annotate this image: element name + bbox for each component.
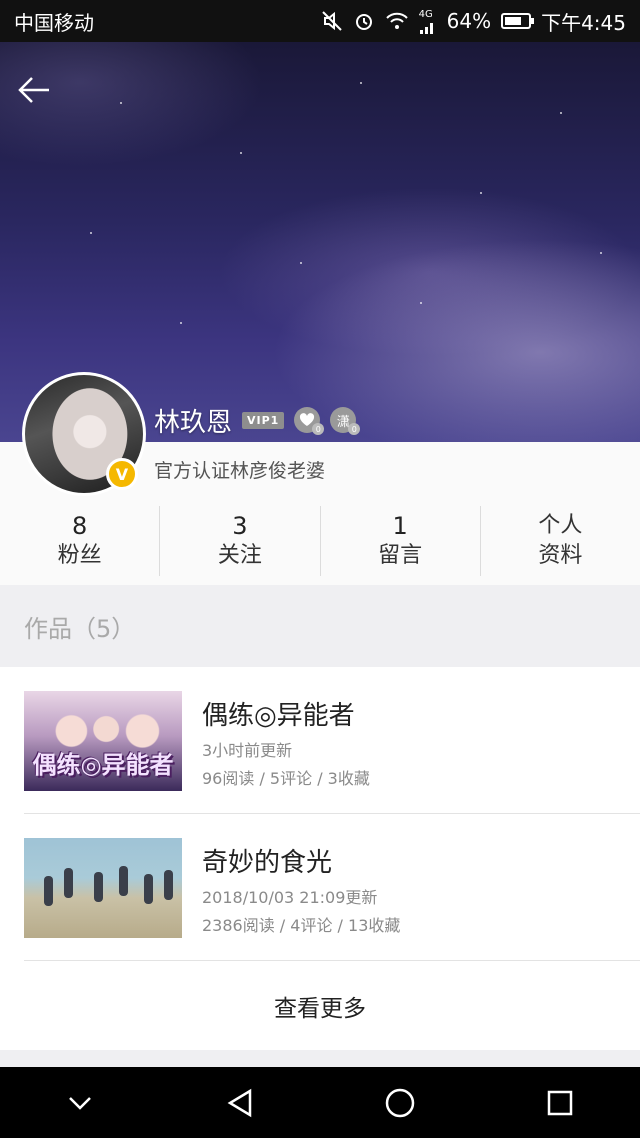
stats-row: 8 粉丝 3 关注 1 留言 个人 资料 — [0, 506, 640, 576]
nav-collapse-button[interactable] — [50, 1073, 110, 1133]
recents-square-icon — [547, 1090, 573, 1115]
work-stats: 2386阅读 / 4评论 / 13收藏 — [202, 916, 401, 935]
status-icons: 4G 64% 下午4:45 — [321, 7, 626, 36]
user-name: 林玖恩 — [154, 407, 233, 438]
stat-label: 关注 — [217, 543, 262, 568]
stat-messages[interactable]: 1 留言 — [321, 506, 481, 576]
vip-badge[interactable]: VIP1 — [242, 411, 285, 429]
stat-label: 资料 — [538, 543, 583, 568]
work-title: 偶练◎异能者 — [202, 701, 355, 731]
system-nav-bar — [0, 1067, 640, 1138]
mute-icon — [321, 10, 343, 32]
alarm-icon — [353, 10, 375, 32]
stat-fans[interactable]: 8 粉丝 — [0, 506, 161, 576]
battery-icon — [501, 13, 535, 29]
stat-label: 留言 — [378, 543, 423, 568]
work-updated: 2018/10/03 21:09更新 — [202, 888, 378, 907]
user-signature: 官方认证林彦俊老婆 — [154, 460, 326, 482]
back-button[interactable] — [14, 70, 54, 110]
thumbnail-caption: 偶练◎异能者 — [32, 750, 174, 779]
profile-card: V 林玖恩 VIP1 0 潇 0 官方认证林彦俊老婆 8 粉丝 3 关注 1 留… — [0, 372, 640, 585]
works-section-title: 作品（5） — [0, 585, 640, 667]
works-list: 偶练◎异能者 偶练◎异能者 3小时前更新 96阅读 / 5评论 / 3收藏 奇妙… — [0, 667, 640, 1050]
nav-recents-button[interactable] — [530, 1073, 590, 1133]
heart-badge[interactable]: 0 — [294, 407, 325, 435]
nav-home-button[interactable] — [370, 1073, 430, 1133]
battery-percent: 64% — [446, 9, 492, 33]
chevron-down-icon — [69, 1096, 91, 1110]
name-row: 林玖恩 VIP1 0 潇 0 — [154, 402, 361, 438]
work-updated: 3小时前更新 — [202, 741, 293, 760]
work-title: 奇妙的食光 — [202, 848, 333, 878]
heart-badge-count: 0 — [312, 423, 325, 435]
stat-value: 8 — [71, 512, 88, 540]
work-thumbnail: 偶练◎异能者 — [24, 691, 182, 791]
stat-profile-info[interactable]: 个人 资料 — [481, 506, 640, 576]
home-circle-icon — [385, 1088, 415, 1117]
status-bar: 中国移动 4G 64% 下午4:45 — [0, 0, 640, 42]
clock: 下午4:45 — [541, 10, 626, 35]
back-triangle-icon — [227, 1088, 252, 1117]
stat-value: 3 — [232, 512, 248, 540]
work-stats: 96阅读 / 5评论 / 3收藏 — [202, 769, 370, 788]
arrow-left-icon — [18, 77, 49, 103]
signal-icon: 4G — [419, 9, 437, 34]
network-label: 4G — [418, 8, 433, 20]
stat-label: 粉丝 — [57, 543, 102, 568]
verified-badge: V — [106, 458, 138, 490]
nav-back-button[interactable] — [210, 1073, 270, 1133]
carrier-label: 中国移动 — [14, 10, 94, 35]
stat-value: 1 — [392, 512, 408, 540]
stat-following[interactable]: 3 关注 — [160, 506, 321, 576]
work-item[interactable]: 偶练◎异能者 偶练◎异能者 3小时前更新 96阅读 / 5评论 / 3收藏 — [24, 667, 640, 813]
work-thumbnail — [24, 838, 182, 938]
water-badge[interactable]: 潇 0 — [330, 407, 361, 435]
wifi-icon — [385, 11, 409, 31]
work-item[interactable]: 奇妙的食光 2018/10/03 21:09更新 2386阅读 / 4评论 / … — [24, 814, 640, 960]
view-more-button[interactable]: 查看更多 — [0, 961, 640, 1050]
stat-label-top: 个人 — [538, 513, 583, 538]
